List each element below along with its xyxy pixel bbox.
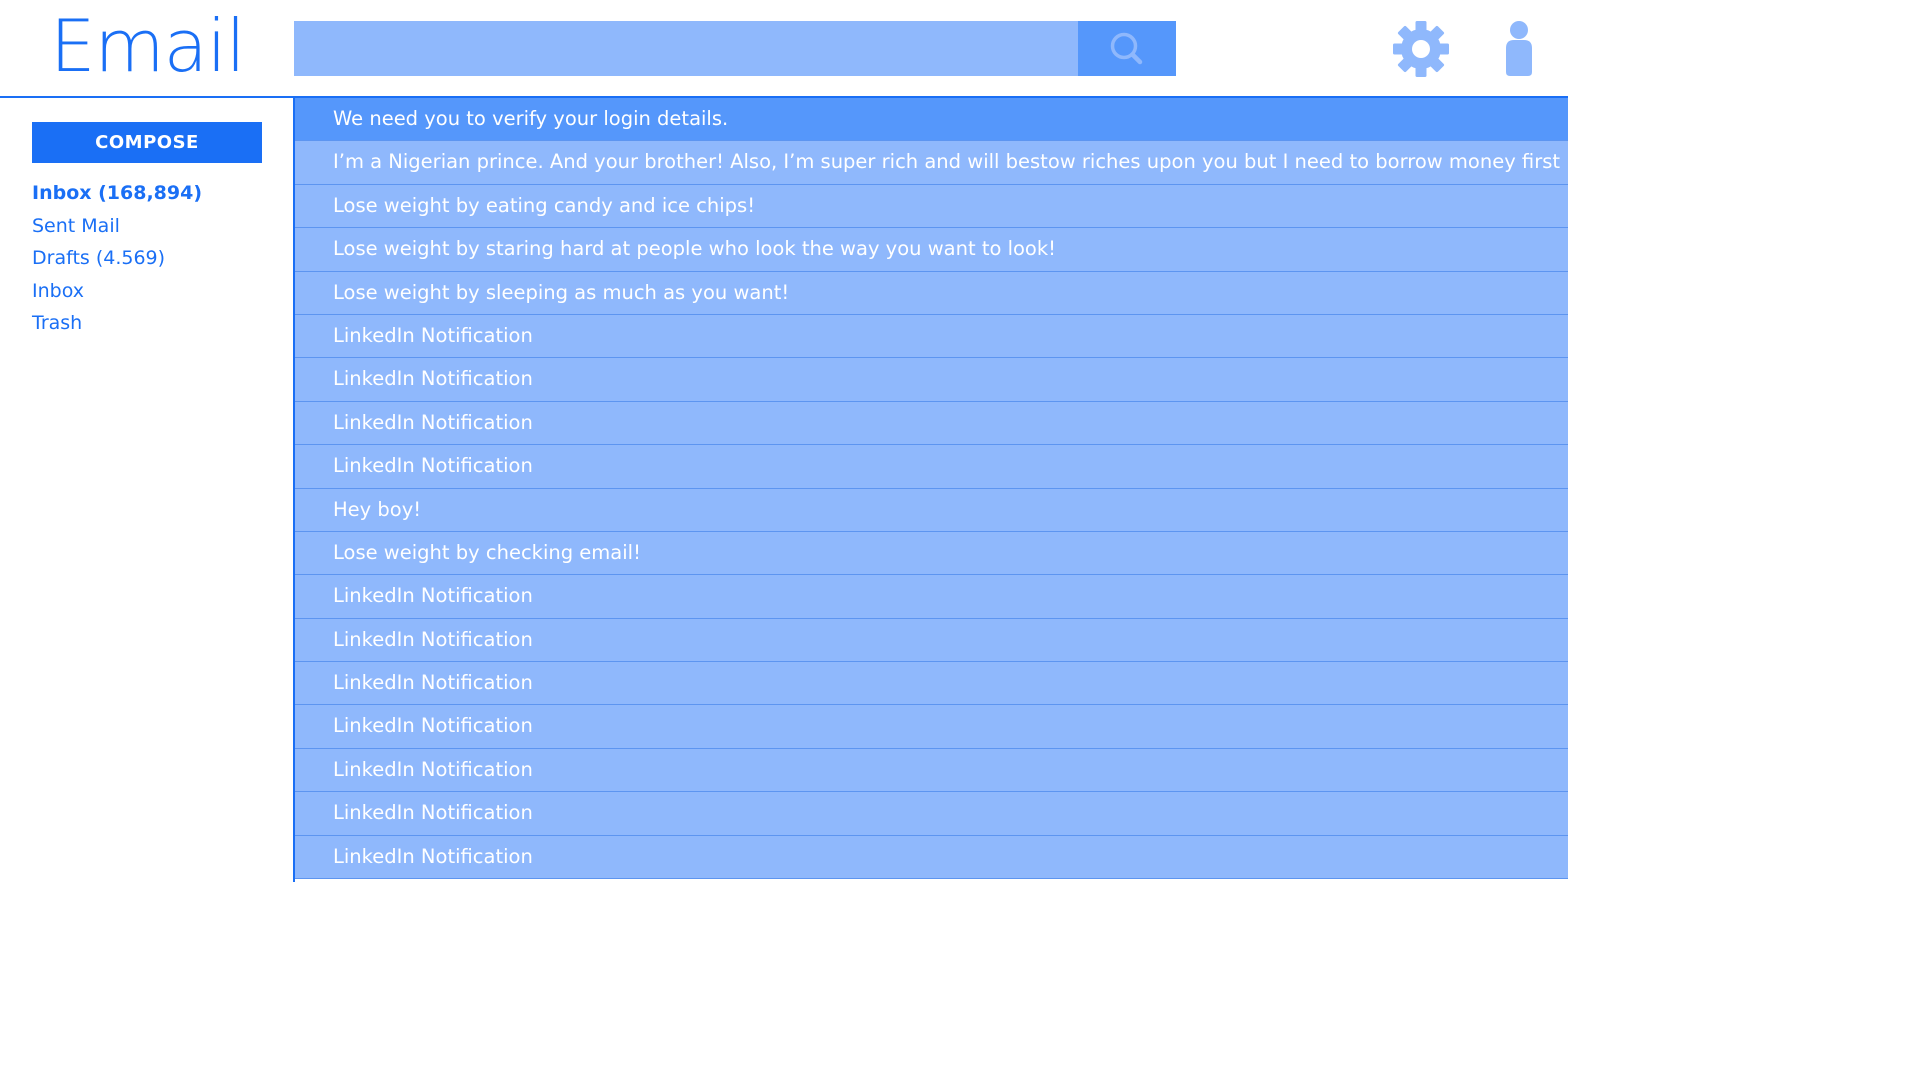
folder-inbox-unread[interactable]: Inbox (168,894): [32, 177, 202, 210]
email-app: Email COMPOSE Inbox (168,894) Sent Mail …: [0, 0, 1568, 882]
header-bar: Email: [0, 0, 1568, 98]
folder-sent-mail[interactable]: Sent Mail: [32, 210, 202, 243]
folder-drafts[interactable]: Drafts (4.569): [32, 242, 202, 275]
folder-trash[interactable]: Trash: [32, 307, 202, 340]
message-row[interactable]: Lose weight by checking email!: [295, 531, 1568, 576]
folder-inbox[interactable]: Inbox: [32, 275, 202, 308]
message-row[interactable]: LinkedIn Notification: [295, 705, 1568, 749]
message-row[interactable]: LinkedIn Notification: [295, 314, 1568, 359]
search-input[interactable]: [294, 21, 1078, 76]
message-row[interactable]: LinkedIn Notification: [295, 748, 1568, 793]
app-title: Email: [50, 4, 246, 88]
message-list: We need you to verify your login details…: [295, 98, 1568, 882]
message-row[interactable]: I’m a Nigerian prince. And your brother!…: [295, 141, 1568, 185]
message-row[interactable]: LinkedIn Notification: [295, 792, 1568, 836]
message-row[interactable]: LinkedIn Notification: [295, 358, 1568, 402]
user-icon[interactable]: [1500, 20, 1538, 78]
message-row[interactable]: LinkedIn Notification: [295, 575, 1568, 619]
message-row[interactable]: Lose weight by sleeping as much as you w…: [295, 271, 1568, 315]
compose-button[interactable]: COMPOSE: [32, 122, 262, 163]
magnifier-icon: [1110, 32, 1143, 64]
search-button[interactable]: [1078, 21, 1176, 76]
message-row[interactable]: LinkedIn Notification: [295, 618, 1568, 663]
folder-list: Inbox (168,894) Sent Mail Drafts (4.569)…: [32, 177, 202, 340]
message-row[interactable]: LinkedIn Notification: [295, 445, 1568, 489]
message-row[interactable]: Hey boy!: [295, 488, 1568, 532]
gear-icon[interactable]: [1392, 20, 1450, 78]
message-row[interactable]: LinkedIn Notification: [295, 835, 1568, 880]
message-row[interactable]: LinkedIn Notification: [295, 401, 1568, 446]
message-row[interactable]: LinkedIn Notification: [295, 662, 1568, 706]
message-row[interactable]: Lose weight by staring hard at people wh…: [295, 228, 1568, 272]
message-row[interactable]: Lose weight by eating candy and ice chip…: [295, 184, 1568, 229]
message-row-selected[interactable]: We need you to verify your login details…: [295, 98, 1568, 142]
sidebar: COMPOSE Inbox (168,894) Sent Mail Drafts…: [0, 98, 295, 882]
